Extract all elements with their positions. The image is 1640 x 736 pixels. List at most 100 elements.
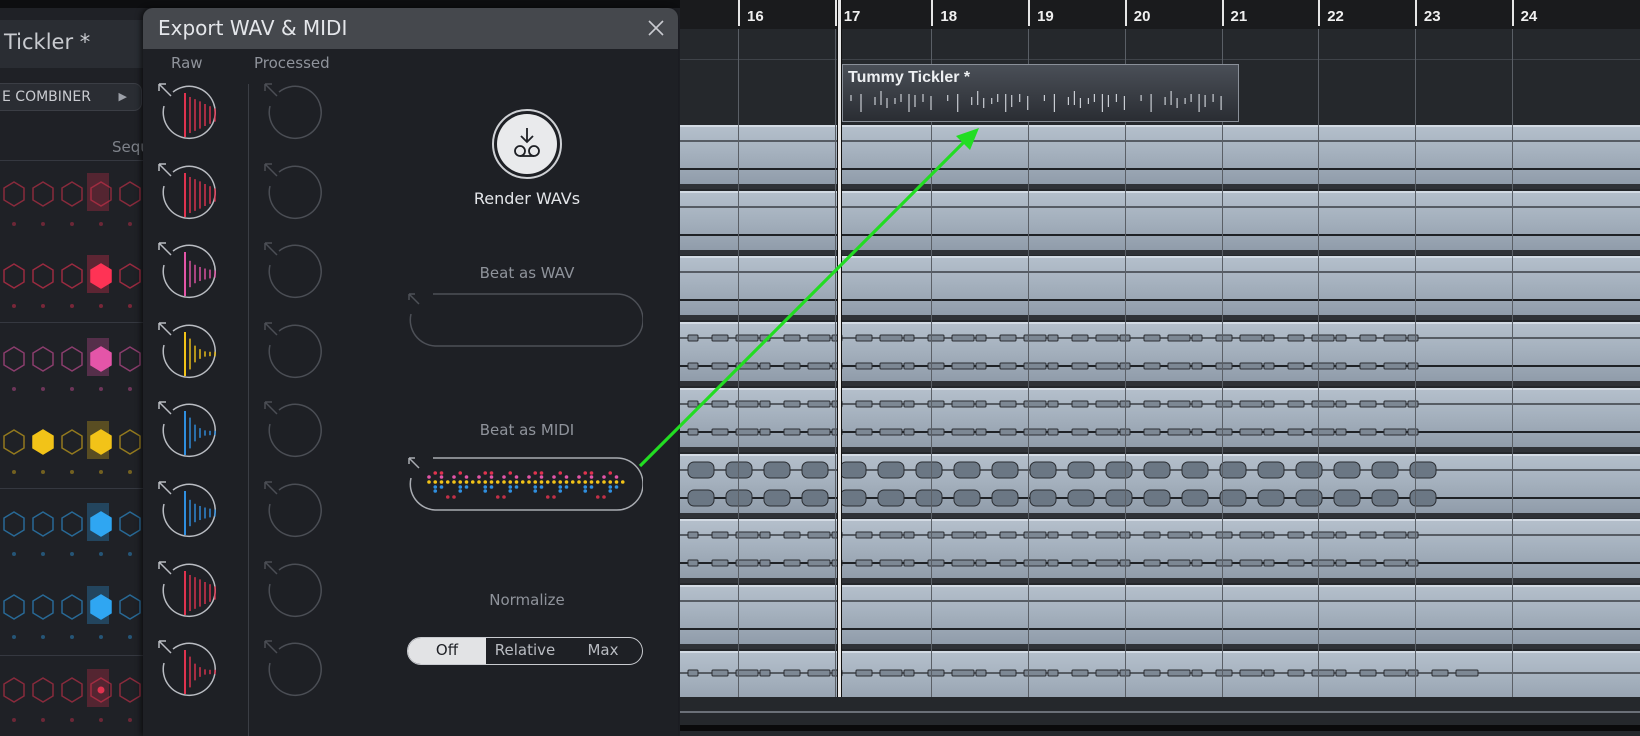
processed-stem-drag-button[interactable] [263, 639, 325, 701]
normalize-off-option[interactable]: Off [408, 638, 486, 664]
raw-stem-drag-button[interactable] [157, 480, 219, 542]
midi-note-dot [508, 471, 513, 475]
bar-tick [738, 0, 740, 26]
sequencer-step-hex[interactable] [2, 262, 26, 290]
sequencer-step-hex[interactable] [118, 428, 142, 456]
beat-as-wav-drag-button[interactable] [407, 292, 643, 348]
sequencer-step-hex[interactable] [89, 676, 113, 704]
audio-track-lane[interactable] [680, 190, 1640, 255]
sequencer-row [0, 170, 150, 230]
sequencer-row [0, 335, 150, 395]
raw-stem-drag-button[interactable] [157, 162, 219, 224]
sequencer-step-hex[interactable] [31, 510, 55, 538]
sequencer-step-hex[interactable] [118, 180, 142, 208]
render-wavs-button[interactable] [491, 108, 563, 180]
sequencer-step-hex[interactable] [31, 676, 55, 704]
sequencer-step-hex[interactable] [2, 676, 26, 704]
processed-stem-drag-button[interactable] [263, 480, 325, 542]
combiner-button[interactable]: E COMBINER ▶ [0, 83, 142, 111]
sequencer-step-hex[interactable] [2, 593, 26, 621]
raw-stem-drag-button[interactable] [157, 639, 219, 701]
beat-wav-pill-outline [408, 293, 643, 347]
sequencer-step-hex[interactable] [89, 428, 113, 456]
sequencer-step-hex[interactable] [60, 180, 84, 208]
sequencer-step-hex[interactable] [118, 593, 142, 621]
beat-as-midi-drag-button[interactable] [407, 456, 643, 512]
scrollbar-track[interactable] [680, 711, 1640, 713]
sequencer-step-hex[interactable] [2, 428, 26, 456]
waveform-hit [1095, 531, 1119, 539]
sequencer-step-hex[interactable] [118, 510, 142, 538]
sequencer-step-hex[interactable] [31, 345, 55, 373]
processed-stem-drag-button[interactable] [263, 241, 325, 303]
sequencer-step-hex[interactable] [31, 262, 55, 290]
step-velocity-dot [70, 470, 74, 474]
waveform-hit [999, 362, 1017, 370]
midi-note-dot [452, 495, 456, 499]
raw-stem-drag-button[interactable] [157, 400, 219, 462]
sequencer-step-hex[interactable] [89, 262, 113, 290]
sequencer-step-hex[interactable] [118, 262, 142, 290]
waveform-hit [1359, 559, 1377, 567]
audio-track-lane[interactable] [680, 453, 1640, 518]
step-velocity-dot [41, 387, 45, 391]
sequencer-step-hex[interactable] [2, 510, 26, 538]
audio-track-lane[interactable] [680, 322, 1640, 387]
processed-stem-drag-button[interactable] [263, 400, 325, 462]
audio-track-lane[interactable] [680, 387, 1640, 452]
waveform-hit [1071, 669, 1089, 677]
waveform-hit [1263, 362, 1275, 370]
waveform-hit [1215, 559, 1233, 567]
processed-stem-drag-button[interactable] [263, 162, 325, 224]
sequencer-step-hex[interactable] [2, 345, 26, 373]
audio-track-lane[interactable] [680, 256, 1640, 321]
audio-track-lane[interactable] [680, 584, 1640, 649]
raw-stem-drag-button[interactable] [157, 82, 219, 144]
normalize-max-option[interactable]: Max [564, 638, 642, 664]
step-velocity-dot [12, 470, 16, 474]
waveform-hit [1047, 669, 1059, 677]
midi-note-dot [458, 485, 463, 489]
bar-ruler[interactable]: 16 17 18 19 20 21 22 23 24 [680, 0, 1640, 29]
processed-stem-drag-button[interactable] [263, 82, 325, 144]
midi-note-dot [427, 480, 431, 484]
midi-note-dot [439, 485, 444, 489]
waveform-decay-icon [158, 322, 216, 378]
sequencer-step-hex[interactable] [31, 180, 55, 208]
sequencer-step-hex[interactable] [31, 593, 55, 621]
midi-part-tummy-tickler[interactable]: Tummy Tickler * [842, 64, 1239, 122]
midi-note-dot [602, 480, 606, 484]
playhead-cursor[interactable] [837, 0, 842, 697]
raw-stem-drag-button[interactable] [157, 560, 219, 622]
sequencer-step-hex[interactable] [60, 345, 84, 373]
sequencer-step-hex[interactable] [60, 262, 84, 290]
sequencer-step-hex[interactable] [60, 593, 84, 621]
raw-stem-drag-button[interactable] [157, 241, 219, 303]
track-waveform [680, 400, 1640, 436]
sequencer-step-hex[interactable] [2, 180, 26, 208]
processed-stem-drag-button[interactable] [263, 560, 325, 622]
processed-stem-drag-button[interactable] [263, 321, 325, 383]
waveform-hit [1383, 559, 1407, 567]
waveform-hit [687, 669, 699, 677]
waveform-hit [807, 531, 831, 539]
waveform-hit [855, 531, 873, 539]
waveform-hit [687, 559, 699, 567]
sequencer-step-hex[interactable] [89, 345, 113, 373]
sequencer-step-hex[interactable] [31, 428, 55, 456]
sequencer-step-hex[interactable] [89, 593, 113, 621]
sequencer-step-hex[interactable] [89, 510, 113, 538]
sequencer-step-hex[interactable] [60, 428, 84, 456]
normalize-relative-option[interactable]: Relative [486, 638, 564, 664]
audio-track-lane[interactable] [680, 519, 1640, 584]
sequencer-step-hex[interactable] [60, 510, 84, 538]
sequencer-step-hex[interactable] [118, 345, 142, 373]
sequencer-step-hex[interactable] [60, 676, 84, 704]
beat-as-midi-label: Beat as MIDI [479, 421, 575, 439]
waveform-hit [1143, 461, 1171, 478]
raw-stem-drag-button[interactable] [157, 321, 219, 383]
close-button[interactable] [644, 16, 668, 40]
sequencer-step-hex[interactable] [89, 180, 113, 208]
audio-track-lane[interactable] [680, 125, 1640, 189]
sequencer-step-hex[interactable] [118, 676, 142, 704]
